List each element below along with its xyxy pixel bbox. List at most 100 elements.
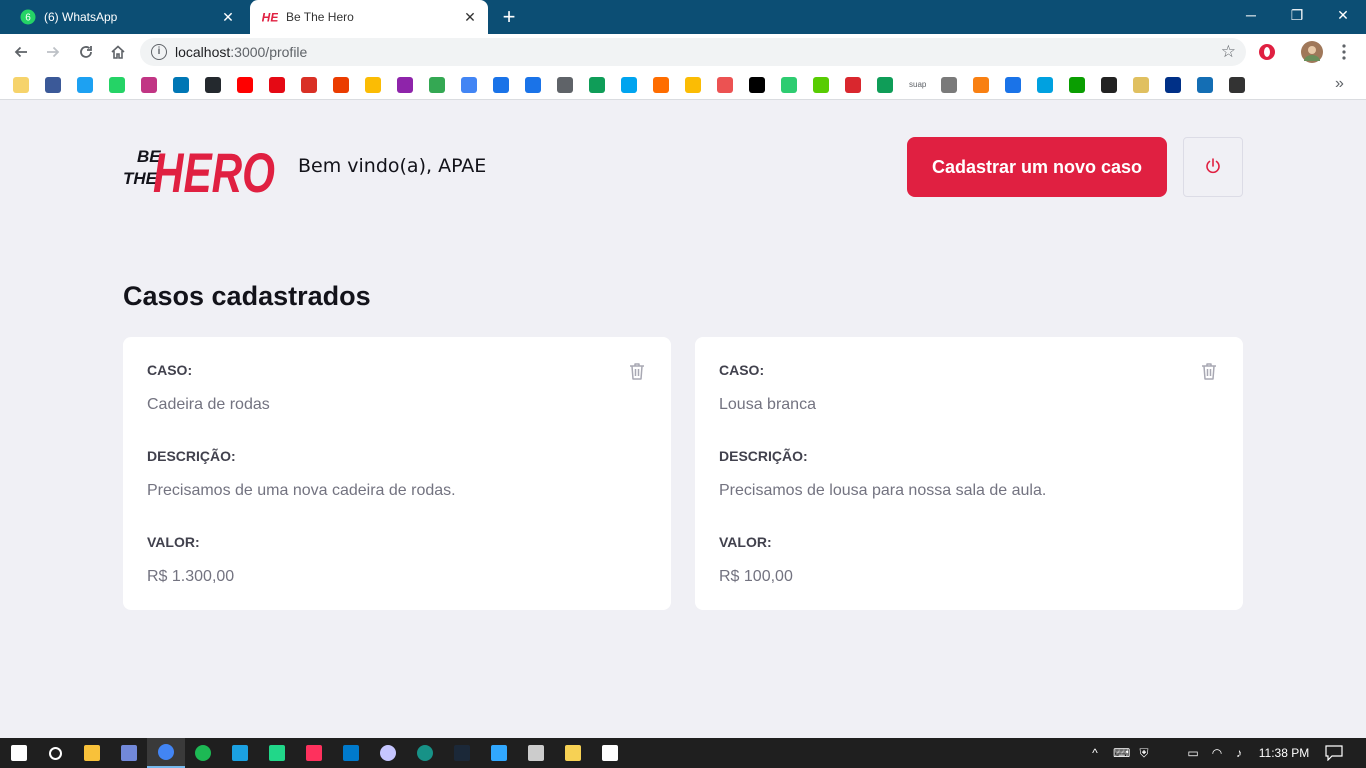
- windows-taskbar: ^ ⌨ ⛨ ▭ ◠ ♪ 11:38 PM: [0, 738, 1366, 768]
- wifi-icon[interactable]: ◠: [1210, 746, 1224, 760]
- sticky-notes-icon[interactable]: [554, 738, 592, 768]
- start-icon[interactable]: [0, 738, 38, 768]
- logout-button[interactable]: [1183, 137, 1243, 197]
- bookmark-star-icon[interactable]: ☆: [1221, 42, 1236, 62]
- description-label: DESCRIÇÃO:: [719, 448, 808, 464]
- mega-icon[interactable]: [845, 77, 861, 93]
- case-title: Lousa branca: [719, 396, 816, 413]
- app-icon-3[interactable]: [653, 77, 669, 93]
- be-the-hero-logo: BE THE HERO: [123, 134, 275, 204]
- home-icon[interactable]: [106, 40, 130, 64]
- app-icon-7[interactable]: [1037, 77, 1053, 93]
- intellij-icon[interactable]: [295, 738, 333, 768]
- drive-icon[interactable]: [877, 77, 893, 93]
- app-icon-9[interactable]: [1133, 77, 1149, 93]
- discord-icon[interactable]: [110, 738, 148, 768]
- contacts-icon[interactable]: [493, 77, 509, 93]
- spotify-icon[interactable]: [184, 738, 222, 768]
- svg-text:HERO: HERO: [153, 141, 275, 200]
- battery-icon[interactable]: ▭: [1186, 746, 1200, 760]
- case-title: Cadeira de rodas: [147, 396, 270, 413]
- trash-icon[interactable]: [627, 361, 647, 381]
- github-icon[interactable]: [205, 77, 221, 93]
- folder-icon[interactable]: [13, 77, 29, 93]
- search-icon[interactable]: [36, 738, 74, 768]
- address-bar[interactable]: i localhost:3000/profile ☆: [140, 38, 1246, 66]
- gitkraken-icon[interactable]: [406, 738, 444, 768]
- netflix-icon[interactable]: [269, 77, 285, 93]
- case-label: CASO:: [719, 362, 765, 378]
- tray-overflow-icon[interactable]: ^: [1088, 746, 1102, 760]
- profile-avatar[interactable]: [1300, 40, 1324, 64]
- opera-extension-icon[interactable]: [1255, 40, 1279, 64]
- facebook-icon[interactable]: [45, 77, 61, 93]
- back-icon[interactable]: [9, 40, 33, 64]
- linkedin-icon[interactable]: [173, 77, 189, 93]
- app-icon-2[interactable]: [589, 77, 605, 93]
- photoshop-icon[interactable]: [480, 738, 518, 768]
- new-case-button[interactable]: Cadastrar um novo caso: [907, 137, 1167, 197]
- app-icon-10[interactable]: [1229, 77, 1245, 93]
- keep-icon[interactable]: [365, 77, 381, 93]
- vscode-icon[interactable]: [332, 738, 370, 768]
- webstorm-icon[interactable]: [221, 738, 259, 768]
- discord-tray-icon[interactable]: ⌨: [1113, 746, 1130, 760]
- youtube-icon[interactable]: [237, 77, 253, 93]
- paypal-icon[interactable]: [1165, 77, 1181, 93]
- tab-be-the-hero[interactable]: HE Be The Hero ✕: [250, 0, 488, 34]
- close-tab-icon[interactable]: ✕: [220, 9, 236, 25]
- description-value: Precisamos de lousa para nossa sala de a…: [719, 482, 1047, 499]
- chrome-icon[interactable]: [147, 738, 185, 768]
- moodle-icon[interactable]: [973, 77, 989, 93]
- amazon-icon[interactable]: [1197, 77, 1213, 93]
- forward-icon[interactable]: [41, 40, 65, 64]
- site-info-icon[interactable]: i: [151, 44, 167, 60]
- translate-icon[interactable]: [461, 77, 477, 93]
- security-tray-icon[interactable]: ⛨: [1137, 746, 1151, 760]
- app-icon-6[interactable]: [941, 77, 957, 93]
- close-window-button[interactable]: ✕: [1320, 0, 1366, 30]
- messages-icon[interactable]: [525, 77, 541, 93]
- reload-icon[interactable]: [74, 40, 98, 64]
- photos-icon[interactable]: [429, 77, 445, 93]
- whatsapp-icon[interactable]: [109, 77, 125, 93]
- restore-button[interactable]: ❐: [1274, 0, 1320, 30]
- duolingo-icon[interactable]: [813, 77, 829, 93]
- file-explorer-icon[interactable]: [73, 738, 111, 768]
- office-icon[interactable]: [333, 77, 349, 93]
- steam-icon[interactable]: [443, 738, 481, 768]
- app-icon-8[interactable]: [1101, 77, 1117, 93]
- techcrunch-icon[interactable]: [1069, 77, 1085, 93]
- instagram-icon[interactable]: [141, 77, 157, 93]
- close-tab-icon[interactable]: ✕: [462, 9, 478, 25]
- clock[interactable]: 11:38 PM: [1254, 738, 1314, 768]
- url-text: localhost:3000/profile: [175, 44, 307, 60]
- scholar-icon[interactable]: [1005, 77, 1021, 93]
- gmail-icon[interactable]: [301, 77, 317, 93]
- app-icon[interactable]: [369, 738, 407, 768]
- app-icon-4[interactable]: [749, 77, 765, 93]
- suap-icon[interactable]: suap: [909, 77, 926, 93]
- new-tab-button[interactable]: +: [498, 6, 520, 28]
- podcast-icon[interactable]: [557, 77, 573, 93]
- notifications-icon[interactable]: [1325, 745, 1343, 762]
- power-icon: [1204, 157, 1222, 178]
- value-label: VALOR:: [147, 534, 200, 550]
- pycharm-icon[interactable]: [258, 738, 296, 768]
- settings-icon[interactable]: [591, 738, 629, 768]
- profile-page: BE THE HERO Bem vindo(a), APAE Cadastrar…: [0, 101, 1366, 738]
- app-icon-5[interactable]: [781, 77, 797, 93]
- chrome-menu-icon[interactable]: [1332, 40, 1356, 64]
- bookmarks-overflow-icon[interactable]: »: [1335, 75, 1344, 93]
- yammer-icon[interactable]: [621, 77, 637, 93]
- minimize-button[interactable]: ─: [1228, 0, 1274, 30]
- tab-whatsapp[interactable]: 6 (6) WhatsApp ✕: [8, 0, 246, 34]
- app-icon[interactable]: [397, 77, 413, 93]
- volume-icon[interactable]: ♪: [1232, 746, 1246, 760]
- trash-icon[interactable]: [1199, 361, 1219, 381]
- twitter-icon[interactable]: [77, 77, 93, 93]
- welcome-text: Bem vindo(a), APAE: [298, 155, 487, 177]
- udemy-icon[interactable]: [717, 77, 733, 93]
- calculator-icon[interactable]: [517, 738, 555, 768]
- trophy-icon[interactable]: [685, 77, 701, 93]
